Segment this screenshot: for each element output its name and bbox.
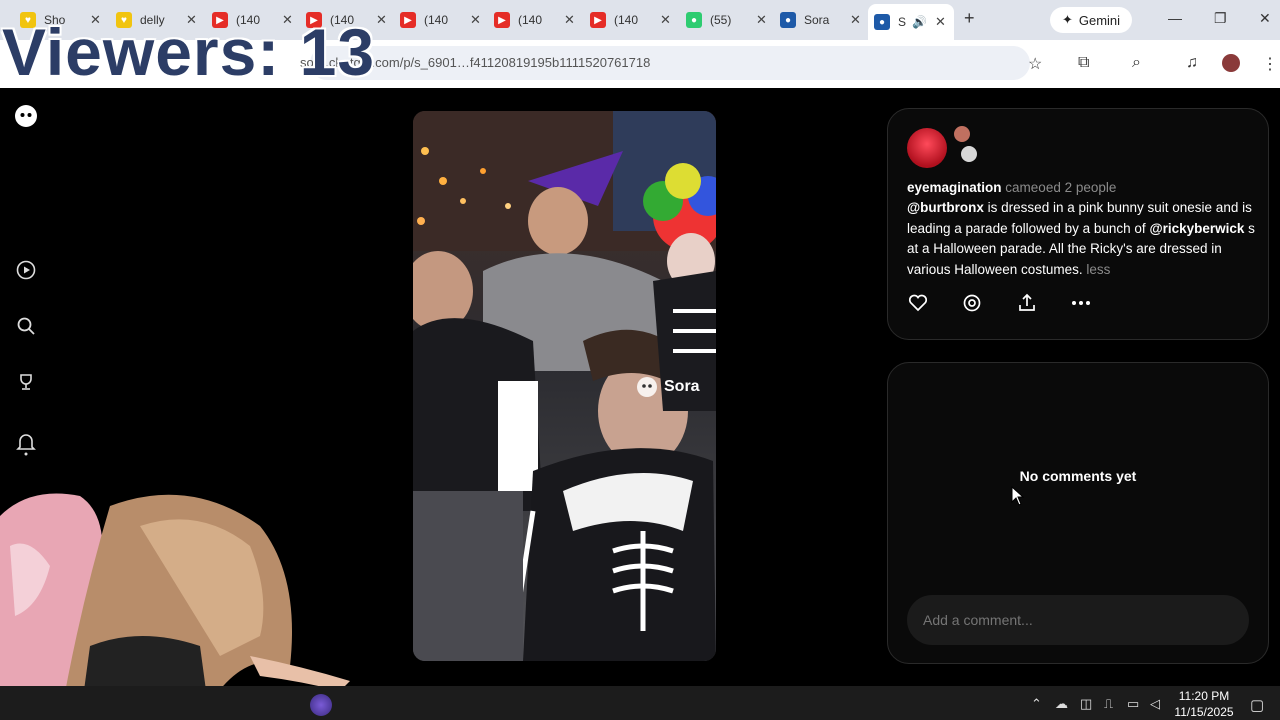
close-tab-icon[interactable]: ✕ bbox=[935, 14, 946, 30]
gemini-icon: ✦ bbox=[1061, 12, 1073, 27]
camera-icon[interactable]: ◫ bbox=[1080, 696, 1092, 712]
sora-watermark-icon bbox=[637, 377, 657, 397]
cameo-count[interactable]: cameoed 2 people bbox=[1005, 180, 1116, 195]
remix-icon bbox=[963, 294, 981, 312]
cloud-icon[interactable]: ☁ bbox=[1055, 696, 1068, 712]
close-tab-icon[interactable]: ✕ bbox=[850, 12, 861, 28]
green-app-icon: ● bbox=[686, 12, 702, 28]
gemini-button[interactable]: ✦ Gemini bbox=[1050, 7, 1132, 33]
sora-icon: ● bbox=[780, 12, 796, 28]
trophy-icon[interactable] bbox=[14, 370, 38, 394]
close-tab-icon[interactable]: ✕ bbox=[756, 12, 767, 28]
mention-link[interactable]: @rickyberwick bbox=[1149, 221, 1244, 236]
close-tab-icon[interactable]: ✕ bbox=[660, 12, 671, 28]
screen-search-icon[interactable]: ⌕ bbox=[1132, 54, 1141, 72]
mention-link[interactable]: @burtbronx bbox=[907, 200, 984, 215]
comment-input[interactable] bbox=[907, 595, 1249, 645]
mouse-cursor-icon bbox=[1011, 486, 1025, 506]
like-button[interactable] bbox=[907, 292, 929, 314]
menu-dots-icon[interactable]: ⋮ bbox=[1262, 54, 1278, 74]
youtube-icon: ▶ bbox=[494, 12, 510, 28]
author-avatar[interactable] bbox=[907, 128, 947, 168]
new-tab-button[interactable]: + bbox=[964, 8, 975, 29]
share-icon bbox=[1019, 293, 1035, 311]
post-caption: eyemagination cameoed 2 people @burtbron… bbox=[907, 178, 1257, 280]
profile-avatar[interactable] bbox=[1222, 54, 1240, 72]
network-icon[interactable]: ▭ bbox=[1127, 696, 1139, 712]
no-comments-text: No comments yet bbox=[1019, 468, 1137, 484]
remix-button[interactable] bbox=[961, 292, 983, 314]
close-tab-icon[interactable]: ✕ bbox=[376, 12, 387, 28]
close-window-icon[interactable]: ✕ bbox=[1259, 10, 1271, 27]
browser-tab-active[interactable]: ● S 🔊 ✕ bbox=[868, 4, 954, 40]
notifications-icon[interactable]: ▢ bbox=[1250, 696, 1264, 714]
minimize-icon[interactable]: — bbox=[1168, 10, 1182, 26]
author-username[interactable]: eyemagination bbox=[907, 180, 1002, 195]
bookmark-star-icon[interactable]: ☆ bbox=[1028, 54, 1042, 74]
speaker-icon[interactable]: 🔊 bbox=[912, 15, 927, 29]
heart-icon bbox=[908, 294, 928, 312]
sora-watermark: Sora bbox=[636, 376, 700, 398]
less-link[interactable]: less bbox=[1086, 262, 1110, 277]
youtube-icon: ▶ bbox=[590, 12, 606, 28]
taskbar-app-icon[interactable] bbox=[310, 694, 332, 716]
taskbar-clock[interactable]: 11:20 PM 11/15/2025 bbox=[1168, 688, 1240, 720]
notifications-bell-icon[interactable] bbox=[14, 432, 38, 456]
browser-tab[interactable]: ▶ (140 ✕ bbox=[488, 6, 581, 34]
close-tab-icon[interactable]: ✕ bbox=[564, 12, 575, 28]
volume-icon[interactable]: ◁ bbox=[1150, 696, 1160, 712]
more-options-button[interactable] bbox=[1070, 292, 1092, 314]
tray-expand-icon[interactable]: ⌃ bbox=[1031, 696, 1042, 712]
viewers-counter-overlay: Viewers: 13 bbox=[2, 15, 376, 89]
search-icon[interactable] bbox=[14, 314, 38, 338]
extensions-icon[interactable]: ⧉ bbox=[1078, 54, 1089, 72]
microphone-icon[interactable]: ⎍ bbox=[1104, 696, 1113, 712]
close-tab-icon[interactable]: ✕ bbox=[470, 12, 481, 28]
media-control-icon[interactable]: ♫ bbox=[1186, 54, 1198, 72]
browser-tab[interactable]: ▶ (140 ✕ bbox=[394, 6, 487, 34]
video-feed-icon[interactable] bbox=[14, 258, 38, 282]
browser-tab[interactable]: ● (55) ✕ bbox=[680, 6, 773, 34]
restore-icon[interactable]: ❐ bbox=[1214, 10, 1227, 27]
share-button[interactable] bbox=[1016, 292, 1038, 314]
browser-tab[interactable]: ▶ (140 ✕ bbox=[584, 6, 677, 34]
browser-tab[interactable]: ● Sora ✕ bbox=[774, 6, 867, 34]
sora-logo-icon[interactable] bbox=[14, 104, 38, 128]
streamer-webcam-overlay bbox=[0, 493, 350, 720]
cameo-avatar[interactable] bbox=[952, 124, 972, 144]
more-dots-icon bbox=[1072, 301, 1090, 305]
sora-icon: ● bbox=[874, 14, 890, 30]
cameo-avatar[interactable] bbox=[959, 144, 979, 164]
youtube-icon: ▶ bbox=[400, 12, 416, 28]
